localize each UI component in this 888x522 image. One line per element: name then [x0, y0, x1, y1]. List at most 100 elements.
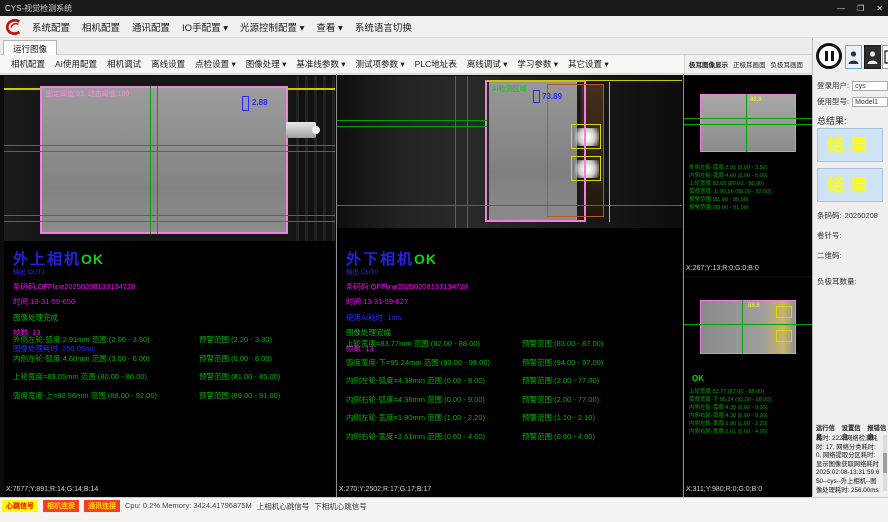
- aux-measure-line: 内侧右轮-宽度:2.61 (0.60 - 4.00): [689, 428, 771, 436]
- aux-bottom-camera-view[interactable]: 88.8 OK 上轮宽度:83.77 (82.00 - 88.00) 弧度宽度-…: [684, 278, 812, 497]
- measurement-row: 内侧左轮-宽度=1.90mm 范围:(1.00 - 2.20) 预警范围:(1.…: [346, 412, 678, 423]
- measurement-value: 内侧左轮-宽度=1.90mm 范围:(1.00 - 2.20): [346, 412, 522, 423]
- camera-result-title: 外下相机OK: [346, 252, 468, 267]
- tabcount-label: 负极耳数量:: [817, 276, 857, 287]
- menu-item-comm-config[interactable]: 通讯配置: [126, 18, 176, 36]
- measurement-row: 内侧左轮-弧度=4.38mm 范围:(0.00 - 9.00) 预警范围:(2.…: [346, 375, 678, 386]
- aux-tab-positive[interactable]: 正极耳画面: [733, 59, 766, 69]
- menu-item-light-config[interactable]: 光源控制配置 ▾: [234, 18, 310, 36]
- aux-tab-display[interactable]: 极耳图像显示: [689, 59, 728, 69]
- info-scrollbar[interactable]: [883, 435, 887, 491]
- user-settings-button[interactable]: [864, 45, 881, 69]
- result-box-1: 结果: [817, 128, 883, 162]
- measurement-row: 内侧右轮-弧度=4.38mm 范围:(0.00 - 9.00) 预警范围:(2.…: [346, 394, 678, 405]
- measurement-value: 弧度宽度-上=90.56mm 范围:(88.00 - 92.00): [13, 390, 199, 401]
- toolbar: 相机配置 AI使用配置 相机调试 离线设置 点检设置 ▾ 图像处理 ▾ 基准线参…: [0, 55, 684, 74]
- login-user-row: 登录用户: cys: [817, 80, 888, 91]
- toolbar-camera-config[interactable]: 相机配置: [6, 56, 50, 72]
- measure-line-green: [337, 205, 682, 206]
- measurement-value: 内侧左轮-弧度=4.38mm 范围:(0.00 - 9.00): [346, 375, 522, 386]
- aux-measure-line: 预警范围:(89.00 - 91.00): [689, 204, 771, 212]
- measurement-row: 外侧左轮-弧度:2.91mm 范围:(2.00 - 3.50) 预警范围:(2.…: [13, 334, 331, 345]
- center-camera-scene[interactable]: AI检测区域 73.89: [337, 76, 682, 228]
- measurement-row: 内侧右轮-宽度=2.61mm 范围:(0.60 - 4.00) 预警范围:(0.…: [346, 431, 678, 442]
- reference-line-yellow: [487, 80, 682, 81]
- measure-line-green-vertical: [467, 76, 468, 228]
- toolbar-other-settings[interactable]: 其它设置 ▾: [563, 56, 614, 72]
- model-row: 使用型号: Model1: [817, 96, 888, 107]
- heartbeat-badge: 心跳信号: [2, 500, 38, 512]
- title-bar: CYS-视觉检测系统 — ❐ ✕: [0, 0, 888, 16]
- tab-strip: 运行图像: [0, 38, 812, 55]
- center-camera-view[interactable]: AI检测区域 73.89 外下相机OK 输出:OUT0 条码码:OFFline2…: [337, 76, 682, 497]
- measure-line-green: [684, 118, 812, 119]
- aux-measure-line: 外侧左轮-弧度:2.91 (2.00 - 3.50): [689, 164, 771, 172]
- threshold-overlay-text: 固定阈值:93, 动态阈值:100: [46, 89, 129, 99]
- tab-run-image[interactable]: 运行图像: [3, 40, 57, 55]
- measurement-row: 上轮宽度=83.05mm 范围:(80.00 - 86.00) 预警范围:(81…: [13, 371, 331, 382]
- exit-button[interactable]: [882, 45, 888, 69]
- run-info-log: 耗时: 222, 网络检测耗时: 17, 网络分类耗时: 0, 网络提取分区耗时…: [816, 435, 882, 495]
- total-result-label: 总结果:: [817, 114, 847, 127]
- measure-line-green: [4, 151, 335, 152]
- roi-box-orange: [547, 84, 604, 217]
- result-status: OK: [414, 251, 437, 267]
- measurement-value: 内侧左轮-弧度:4.60mm 范围:(3.00 - 6.00): [13, 353, 199, 364]
- result-status: OK: [692, 374, 704, 383]
- minimize-button[interactable]: —: [837, 4, 845, 13]
- menu-item-camera-config[interactable]: 相机配置: [76, 18, 126, 36]
- left-camera-view[interactable]: 固定阈值:93, 动态阈值:100 2.88 外上相机OK 输出:OUT1 条码…: [4, 76, 335, 497]
- measure-line-green: [684, 124, 812, 125]
- qr-row: 二维码:: [817, 250, 842, 261]
- tab-detect-box: [776, 306, 792, 318]
- control-button-row: [814, 43, 888, 71]
- user-gear-icon: [867, 50, 878, 65]
- login-user-field[interactable]: cys: [852, 81, 888, 91]
- measure-marker-box: [242, 96, 249, 111]
- toolbar-ai-usage-config[interactable]: AI使用配置: [50, 56, 102, 72]
- measure-line-green: [337, 126, 487, 127]
- aux-measure-line: 弧度宽度-下:95.24 (93.00 - 98.00): [689, 396, 771, 404]
- menu-item-system-config[interactable]: 系统配置: [26, 18, 76, 36]
- process-done-text: 图像处理完成: [346, 327, 468, 338]
- menu-item-language-switch[interactable]: 系统语言切换: [349, 18, 418, 36]
- login-user-button[interactable]: [845, 45, 862, 69]
- maximize-button[interactable]: ❐: [857, 4, 864, 13]
- toolbar-camera-debug[interactable]: 相机调试: [102, 56, 146, 72]
- barcode-label: 条码码:: [817, 210, 842, 221]
- warn-range: 预警范围:(2.00 - 77.00): [522, 394, 599, 405]
- result-status: OK: [81, 251, 104, 267]
- measurement-row: 弧度宽度-上=90.56mm 范围:(88.00 - 92.00) 预警范围:(…: [13, 390, 331, 401]
- center-measurement-list: 上轮宽度=83.77mm 范围:(82.00 - 88.00) 预警范围:(83…: [346, 338, 678, 449]
- menu-item-io-config[interactable]: IO手配置 ▾: [176, 18, 234, 36]
- left-camera-scene[interactable]: 固定阈值:93, 动态阈值:100 2.88: [4, 76, 335, 241]
- measurement-row: 内侧左轮-弧度:4.60mm 范围:(3.00 - 6.00) 预警范围:(0.…: [13, 353, 331, 364]
- barcode-text: 条码码:OFFline20250208133134728: [13, 281, 135, 292]
- toolbar-learning-params[interactable]: 学习参数 ▾: [512, 56, 563, 72]
- pixel-coordinates-readout: X:311;Y:980;R:0;G:0;B:0: [686, 486, 762, 497]
- measurement-row: 上轮宽度=83.77mm 范围:(82.00 - 88.00) 预警范围:(83…: [346, 338, 678, 349]
- toolbar-plc-address-table[interactable]: PLC地址表: [410, 56, 462, 72]
- pause-button[interactable]: [816, 43, 842, 69]
- lower-camera-heartbeat-link[interactable]: 下相机心跳信号: [314, 501, 367, 512]
- total-result-row: 总结果:: [817, 114, 847, 127]
- toolbar-offline-debug[interactable]: 离线调试 ▾: [462, 56, 513, 72]
- toolbar-baseline-params[interactable]: 基准线参数 ▾: [291, 56, 350, 72]
- machine-background: [296, 76, 335, 241]
- right-control-panel: 登录用户: cys 使用型号: Model1 总结果: 结果 结果 条码码: 2…: [812, 38, 888, 497]
- toolbar-spotcheck-settings[interactable]: 点检设置 ▾: [190, 56, 241, 72]
- app-logo-icon: [5, 18, 23, 36]
- aux-tab-negative[interactable]: 负极耳画面: [771, 59, 804, 69]
- aux-top-camera-view[interactable]: 88.8 外侧左轮-弧度:2.91 (2.00 - 3.50) 内侧左轮-弧度:…: [684, 76, 812, 276]
- menu-item-view[interactable]: 查看 ▾: [310, 18, 348, 36]
- toolbar-image-processing[interactable]: 图像处理 ▾: [241, 56, 292, 72]
- measure-value-text: 73.89: [542, 92, 562, 101]
- ai-time-text: 使用AI耗时: 1ms: [346, 312, 468, 323]
- measure-line-green: [684, 324, 812, 325]
- toolbar-offline-settings[interactable]: 离线设置: [146, 56, 190, 72]
- close-button[interactable]: ✕: [876, 4, 883, 13]
- upper-camera-heartbeat-link[interactable]: 上相机心跳信号: [257, 501, 310, 512]
- model-field[interactable]: Model1: [852, 97, 888, 107]
- toolbar-testitem-params[interactable]: 测试项参数 ▾: [351, 56, 410, 72]
- tabcount-row: 负极耳数量:: [817, 276, 857, 287]
